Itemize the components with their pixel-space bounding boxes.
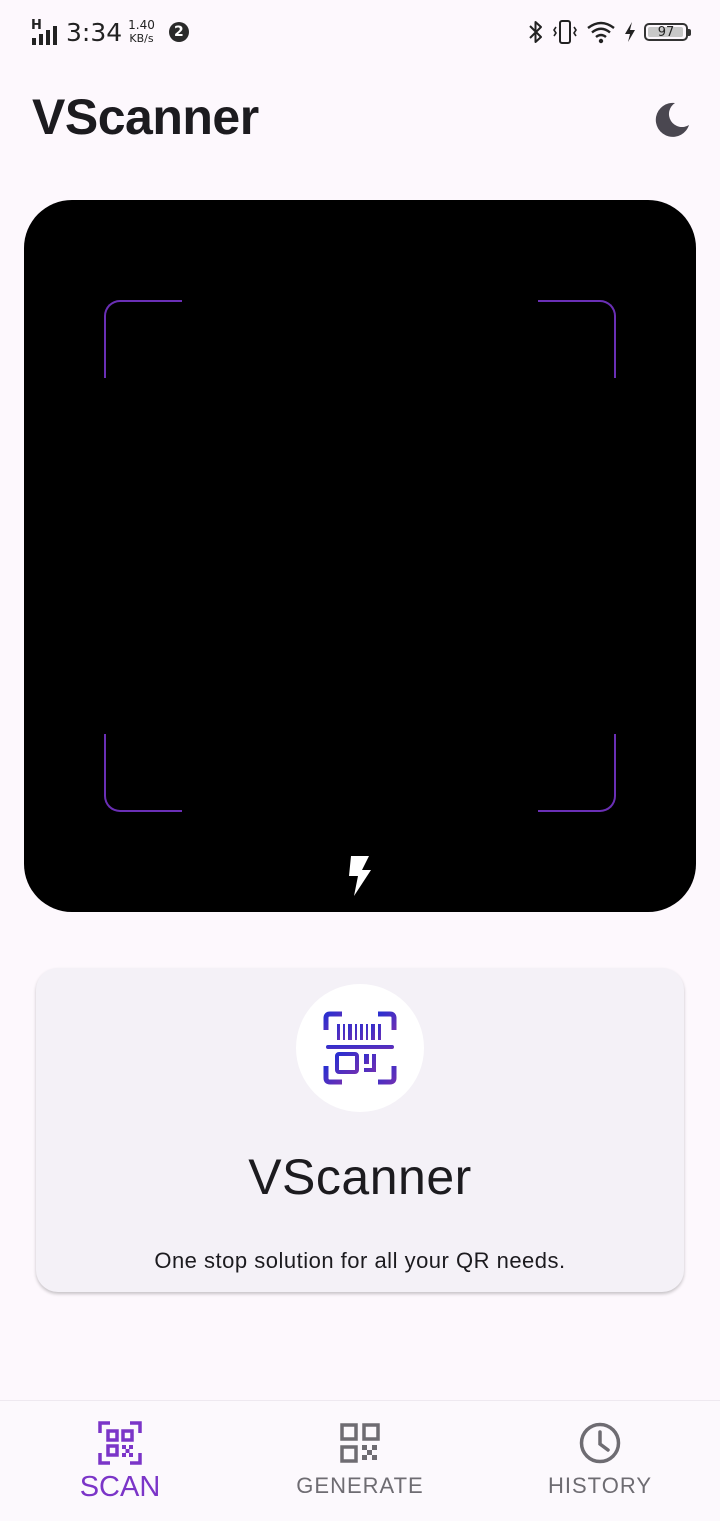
flash-toggle-button[interactable] <box>340 852 380 900</box>
network-speed-value: 1.40 <box>128 18 155 32</box>
qr-scan-icon <box>98 1421 142 1465</box>
wifi-icon <box>587 21 615 44</box>
camera-viewfinder[interactable] <box>24 200 696 912</box>
nav-label-scan: SCAN <box>79 1471 161 1503</box>
network-speed: 1.40 KB/s <box>128 18 155 46</box>
scan-frame-corner-top-right <box>538 300 616 378</box>
scan-frame-corner-top-left <box>104 300 182 378</box>
scan-frame-corner-bottom-left <box>104 734 182 812</box>
flash-icon <box>349 856 371 896</box>
charging-icon <box>625 22 635 42</box>
nav-item-generate[interactable]: GENERATE <box>240 1401 480 1521</box>
vibrate-icon <box>553 20 577 44</box>
bottom-navigation-bar: SCAN GENERATE HISTORY <box>0 1400 720 1521</box>
qr-code-icon <box>340 1423 380 1463</box>
nav-label-generate: GENERATE <box>296 1473 424 1498</box>
notification-count-badge: 2 <box>168 22 189 42</box>
nav-item-scan[interactable]: SCAN <box>0 1401 240 1521</box>
clock-icon <box>579 1422 621 1464</box>
info-card: VScanner One stop solution for all your … <box>36 968 684 1292</box>
bluetooth-icon <box>529 21 542 43</box>
app-logo <box>296 984 424 1112</box>
barcode-scanner-icon <box>323 1011 397 1085</box>
signal-icon: H <box>30 18 60 46</box>
nav-label-history: HISTORY <box>548 1473 652 1498</box>
scan-frame-corner-bottom-right <box>538 734 616 812</box>
nav-item-history[interactable]: HISTORY <box>480 1401 720 1521</box>
battery-icon: 97 <box>644 23 691 41</box>
network-speed-unit: KB/s <box>129 32 154 45</box>
status-bar: H 3:34 1.40 KB/s 2 97 <box>0 0 720 64</box>
battery-level: 97 <box>657 24 675 40</box>
moon-icon <box>655 102 689 137</box>
card-subtitle: One stop solution for all your QR needs. <box>154 1248 566 1273</box>
card-title: VScanner <box>248 1149 472 1205</box>
clock-time: 3:34 <box>66 17 123 47</box>
theme-toggle-button[interactable] <box>648 96 696 144</box>
app-title: VScanner <box>32 89 259 145</box>
